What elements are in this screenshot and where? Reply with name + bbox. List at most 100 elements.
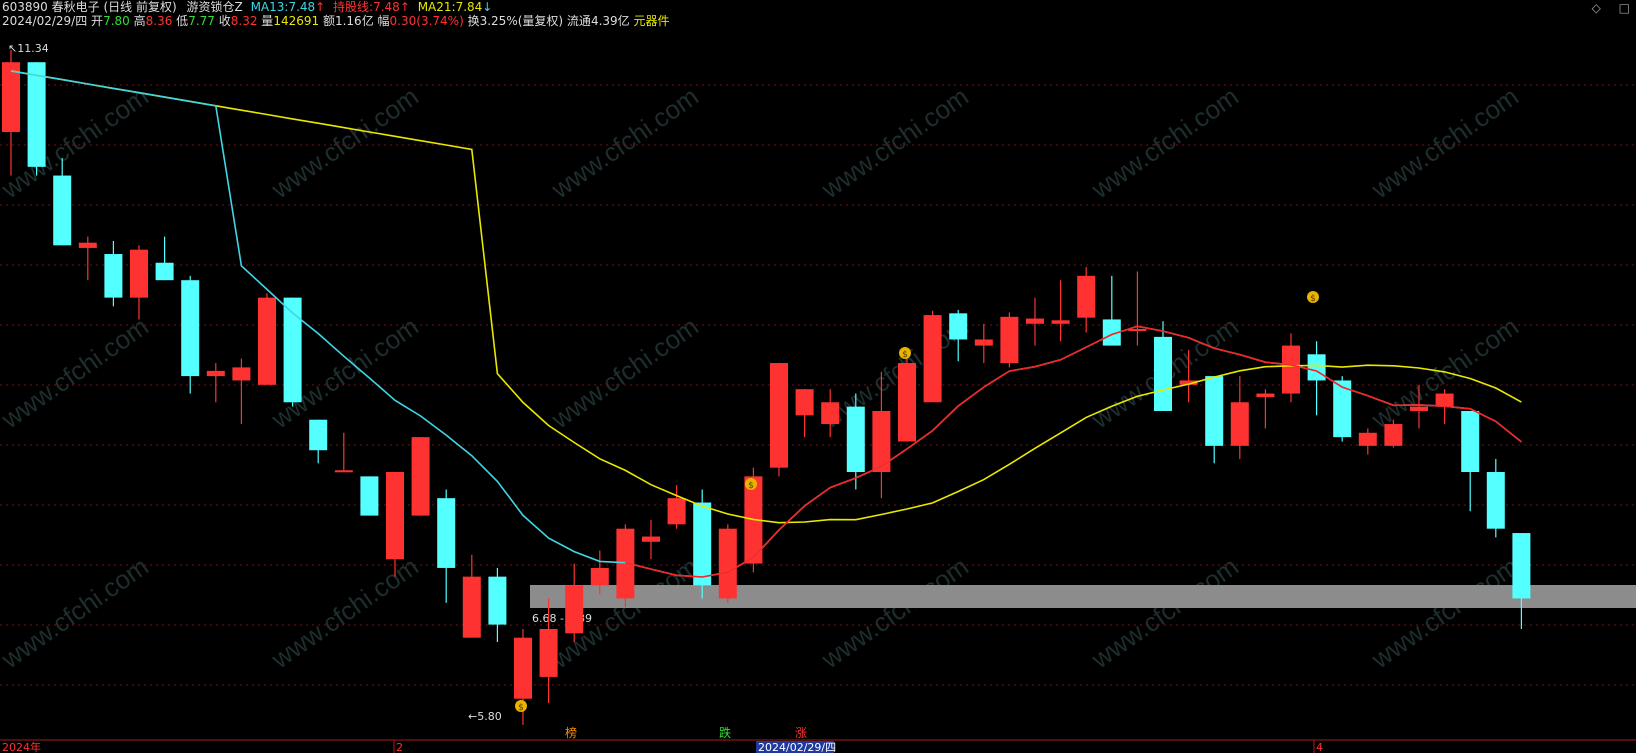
candle-body bbox=[590, 567, 609, 586]
candle-body bbox=[1256, 393, 1275, 398]
candle[interactable] bbox=[309, 419, 328, 464]
x-axis-cursor-label: 2024/02/29/四 bbox=[758, 741, 836, 753]
candle-body bbox=[1128, 329, 1147, 332]
low-price-marker: ←5.80 bbox=[468, 710, 502, 723]
price-gridlines: www.cfchi.com www.cfchi.com www.cfchi.com w… bbox=[0, 81, 1636, 753]
candle[interactable] bbox=[488, 567, 507, 643]
money-bag-glyph: $ bbox=[1310, 294, 1316, 304]
title-row: 603890 春秋电子 (日线 前复权) 游资锁仓Z MA13:7.48↑ 持股… bbox=[2, 0, 492, 14]
candle[interactable] bbox=[642, 519, 660, 560]
square-icon[interactable]: □ bbox=[1619, 1, 1630, 15]
candlestick-chart[interactable]: www.cfchi.com www.cfchi.com www.cfchi.com w… bbox=[0, 0, 1636, 753]
candle-body bbox=[309, 419, 328, 451]
candle-body bbox=[667, 498, 686, 525]
change-value: 0.30(3.74%) bbox=[389, 14, 464, 28]
float-value: 4.39亿 bbox=[590, 14, 630, 28]
watermark-text: www.cfchi.com bbox=[265, 81, 424, 205]
candle[interactable] bbox=[1512, 533, 1531, 629]
candle[interactable] bbox=[1077, 267, 1096, 333]
watermark-text: www.cfchi.com bbox=[265, 551, 424, 675]
candle[interactable] bbox=[1256, 389, 1275, 429]
candle-body bbox=[488, 576, 507, 625]
candle[interactable] bbox=[181, 275, 200, 394]
candle[interactable] bbox=[1154, 321, 1172, 411]
ma21-line bbox=[10, 70, 1522, 524]
candles-layer bbox=[2, 50, 1531, 725]
candle[interactable] bbox=[437, 489, 456, 603]
stock-name[interactable]: 春秋电子 bbox=[52, 0, 100, 14]
candle-body bbox=[718, 528, 737, 599]
candle[interactable] bbox=[1205, 376, 1224, 464]
candle[interactable] bbox=[898, 354, 916, 442]
candle-body bbox=[334, 470, 353, 473]
ma13-arrow-icon: ↑ bbox=[315, 0, 326, 14]
quote-row: 2024/02/29/四 开7.80 高8.36 低7.77 收8.32 量14… bbox=[2, 14, 670, 28]
candle-body bbox=[821, 402, 840, 425]
hold-line-arrow-icon: ↑ bbox=[399, 0, 410, 14]
candle-body bbox=[1435, 393, 1454, 407]
signal-label[interactable]: 榜 bbox=[565, 725, 577, 740]
candle[interactable] bbox=[718, 524, 737, 603]
candle[interactable] bbox=[923, 310, 942, 403]
candle[interactable] bbox=[104, 240, 123, 307]
candle[interactable] bbox=[1230, 376, 1249, 459]
candle-body bbox=[1230, 402, 1249, 446]
candle[interactable] bbox=[1128, 271, 1147, 346]
candle[interactable] bbox=[565, 563, 584, 643]
candle[interactable] bbox=[1358, 428, 1377, 455]
ma21-arrow-icon: ↓ bbox=[482, 0, 493, 14]
money-bag-glyph: $ bbox=[518, 703, 524, 713]
candle[interactable] bbox=[155, 236, 174, 281]
candle[interactable] bbox=[411, 437, 430, 516]
candle[interactable] bbox=[1461, 410, 1480, 512]
diamond-icon[interactable]: ◇ bbox=[1592, 1, 1601, 15]
turnover-label: 换 bbox=[467, 14, 480, 28]
candle[interactable] bbox=[130, 245, 148, 320]
open-value: 7.80 bbox=[103, 14, 130, 28]
watermark-text: www.cfchi.com bbox=[1365, 81, 1524, 205]
watermark-text: www.cfchi.com bbox=[815, 81, 974, 205]
candle-body bbox=[1051, 320, 1070, 324]
window-controls: ◇ □ bbox=[1578, 1, 1630, 15]
candle-body bbox=[462, 576, 481, 638]
candle[interactable] bbox=[1282, 333, 1300, 403]
candle[interactable] bbox=[1333, 376, 1352, 442]
candle[interactable] bbox=[1051, 280, 1070, 342]
signal-label[interactable]: 涨 bbox=[795, 725, 807, 740]
candle[interactable] bbox=[1026, 297, 1044, 346]
signal-label[interactable]: 跌 bbox=[719, 725, 731, 740]
candle[interactable] bbox=[258, 293, 276, 385]
candle[interactable] bbox=[360, 476, 379, 516]
candle[interactable] bbox=[974, 323, 993, 364]
candle[interactable] bbox=[462, 554, 481, 638]
candle-body bbox=[770, 363, 788, 468]
candle[interactable] bbox=[334, 432, 353, 473]
candle-body bbox=[1282, 345, 1300, 394]
candle[interactable] bbox=[1000, 312, 1019, 368]
candle-body bbox=[1154, 336, 1172, 411]
candle[interactable] bbox=[78, 236, 97, 281]
money-bag-glyph: $ bbox=[902, 350, 908, 360]
candle-body bbox=[974, 339, 993, 346]
volume-value: 142691 bbox=[273, 14, 320, 28]
candle[interactable] bbox=[667, 485, 686, 529]
candle-body bbox=[1077, 275, 1096, 318]
indicator-name[interactable]: 游资锁仓Z bbox=[187, 0, 243, 14]
candle[interactable] bbox=[949, 309, 968, 362]
candle[interactable] bbox=[1307, 341, 1326, 416]
candle-body bbox=[923, 315, 942, 403]
candle[interactable] bbox=[795, 389, 814, 438]
sector-name[interactable]: 元器件 bbox=[634, 14, 670, 28]
candle[interactable] bbox=[232, 358, 251, 425]
volume-label: 量 bbox=[261, 14, 274, 28]
ma21-value: 7.84 bbox=[455, 0, 483, 14]
candle[interactable] bbox=[27, 62, 46, 176]
candle[interactable] bbox=[2, 50, 20, 176]
candle[interactable] bbox=[1486, 458, 1505, 538]
candle[interactable] bbox=[616, 524, 635, 608]
candle-body bbox=[565, 585, 584, 634]
chart-mode[interactable]: (日线 前复权) bbox=[103, 0, 176, 14]
candle-body bbox=[1410, 406, 1428, 411]
candle[interactable] bbox=[206, 363, 225, 403]
candle[interactable] bbox=[770, 363, 788, 477]
